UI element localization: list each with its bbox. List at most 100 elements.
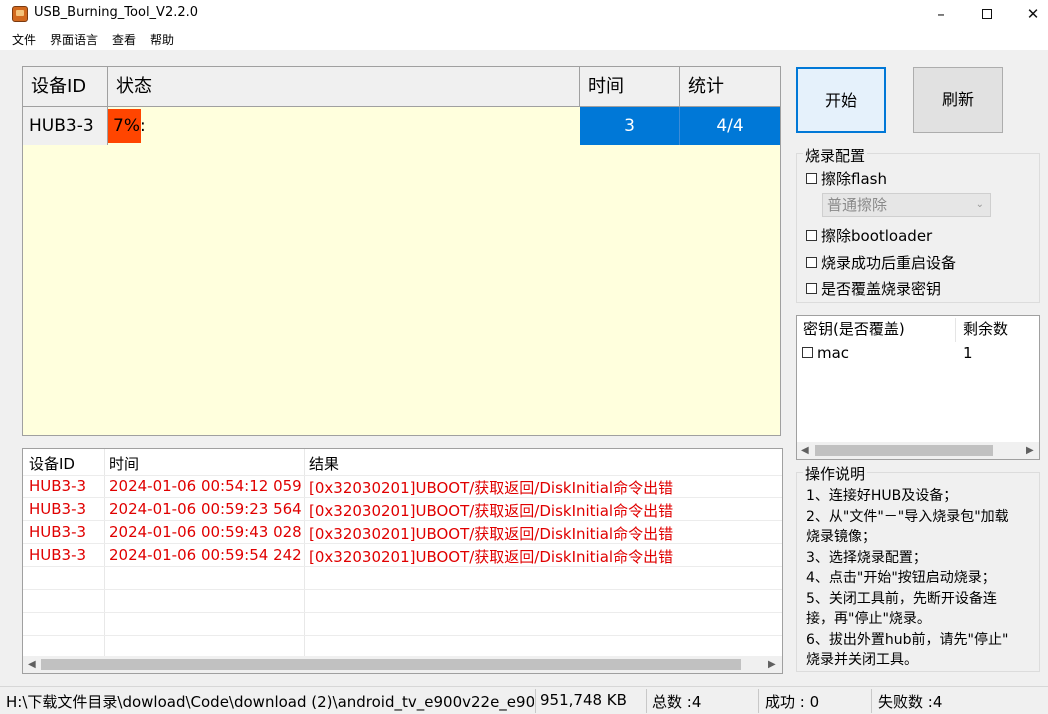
checkbox-icon	[806, 173, 817, 184]
log-column-device-id[interactable]: 设备ID	[29, 453, 75, 474]
key-list-scrollbar[interactable]: ◀ ▶	[797, 442, 1039, 459]
status-total: 总数 :4	[652, 693, 702, 711]
log-row-divider	[23, 612, 782, 613]
log-row-time: 2024-01-06 00:59:43 028	[109, 523, 302, 541]
column-status[interactable]: 状态	[108, 67, 580, 106]
erase-flash-checkbox[interactable]: 擦除flash	[806, 168, 887, 189]
status-divider	[646, 689, 647, 713]
log-table: 设备ID 时间 结果 HUB3-3 2024-01-06 00:54:12 05…	[22, 448, 783, 674]
key-remaining: 1	[963, 344, 973, 362]
device-time-cell: 3	[580, 107, 680, 145]
instructions-title: 操作说明	[803, 463, 868, 484]
scrollbar-thumb[interactable]	[815, 445, 993, 456]
scroll-left-icon[interactable]: ◀	[28, 656, 36, 673]
menu-language[interactable]: 界面语言	[50, 31, 98, 48]
status-divider	[871, 689, 872, 713]
close-button[interactable]: ✕	[1010, 0, 1048, 28]
log-row-id: HUB3-3	[29, 546, 87, 564]
log-row-result: [0x32030201]UBOOT/获取返回/DiskInitial命令出错	[309, 502, 674, 520]
app-icon	[12, 6, 28, 22]
log-row-result: [0x32030201]UBOOT/获取返回/DiskInitial命令出错	[309, 525, 674, 543]
scroll-right-icon[interactable]: ▶	[768, 656, 776, 673]
instruction-line: 2、从"文件"－"导入烧录包"加载	[806, 508, 1009, 525]
refresh-button[interactable]: 刷新	[913, 67, 1003, 133]
log-row-time: 2024-01-06 00:59:54 242	[109, 546, 302, 564]
erase-bootloader-label: 擦除bootloader	[821, 227, 933, 245]
menu-bar: 文件 界面语言 查看 帮助	[0, 28, 1048, 50]
key-list-column-key[interactable]: 密钥(是否覆盖)	[803, 318, 905, 339]
checkbox-icon	[806, 283, 817, 294]
column-stats[interactable]: 统计	[680, 67, 780, 106]
instruction-line: 1、连接好HUB及设备；	[806, 488, 958, 504]
erase-bootloader-checkbox[interactable]: 擦除bootloader	[806, 225, 932, 246]
device-grid: 设备ID 状态 时间 统计 HUB3-3 7%: 3 4/4	[22, 66, 781, 436]
scroll-right-icon[interactable]: ▶	[1026, 442, 1034, 459]
status-path: H:\下载文件目录\dowload\Code\download (2)\andr…	[6, 693, 534, 711]
checkbox-icon	[806, 230, 817, 241]
log-column-divider	[304, 449, 305, 656]
instruction-line: 烧录镜像；	[806, 529, 876, 545]
instruction-line: 6、拔出外置hub前，请先"停止"	[806, 631, 1009, 648]
log-row-divider	[23, 635, 782, 636]
title-bar: USB_Burning_Tool_V2.2.0 – ✕	[0, 0, 1048, 28]
status-bar: H:\下载文件目录\dowload\Code\download (2)\andr…	[0, 686, 1048, 714]
key-item-mac[interactable]: mac	[802, 344, 849, 362]
log-row-id: HUB3-3	[29, 523, 87, 541]
maximize-icon	[982, 9, 992, 19]
device-grid-header: 设备ID 状态 时间 统计	[23, 67, 780, 107]
key-name: mac	[817, 344, 850, 362]
log-column-result[interactable]: 结果	[309, 453, 339, 474]
column-time[interactable]: 时间	[580, 67, 680, 106]
reboot-after-checkbox[interactable]: 烧录成功后重启设备	[806, 252, 956, 273]
log-row-id: HUB3-3	[29, 500, 87, 518]
erase-mode-select[interactable]: 普通擦除 ⌄	[822, 193, 991, 217]
log-row-id: HUB3-3	[29, 477, 87, 495]
instruction-line: 4、点击"开始"按钮启动烧录；	[806, 570, 996, 586]
log-row-divider	[23, 589, 782, 590]
burn-config-title: 烧录配置	[803, 145, 868, 166]
instruction-line: 5、关闭工具前，先断开设备连	[806, 590, 997, 607]
log-scrollbar[interactable]: ◀ ▶	[23, 656, 782, 673]
erase-mode-value: 普通擦除	[827, 196, 888, 214]
log-row-divider	[23, 475, 782, 476]
menu-help[interactable]: 帮助	[150, 31, 174, 48]
device-row[interactable]: HUB3-3 7%: 3 4/4	[23, 107, 780, 145]
minimize-icon: –	[937, 5, 945, 23]
reboot-after-label: 烧录成功后重启设备	[821, 254, 957, 272]
status-fail: 失败数 :4	[878, 693, 943, 711]
menu-file[interactable]: 文件	[12, 31, 36, 48]
log-column-divider	[104, 449, 105, 656]
status-divider	[758, 689, 759, 713]
key-list-divider	[955, 318, 956, 342]
scroll-left-icon[interactable]: ◀	[801, 442, 809, 459]
window-title: USB_Burning_Tool_V2.2.0	[34, 5, 199, 20]
close-icon: ✕	[1026, 5, 1040, 23]
checkbox-icon	[802, 347, 813, 358]
erase-flash-label: 擦除flash	[821, 170, 887, 188]
log-row-time: 2024-01-06 00:59:23 564	[109, 500, 302, 518]
instruction-line: 接，再"停止"烧录。	[806, 611, 931, 627]
instructions-text: 1、连接好HUB及设备； 2、从"文件"－"导入烧录包"加载 烧录镜像； 3、选…	[806, 486, 1036, 671]
checkbox-icon	[806, 257, 817, 268]
instruction-line: 烧录并关闭工具。	[806, 652, 918, 668]
overwrite-key-label: 是否覆盖烧录密钥	[821, 280, 942, 298]
log-row-result: [0x32030201]UBOOT/获取返回/DiskInitial命令出错	[309, 548, 674, 566]
log-column-time[interactable]: 时间	[109, 453, 139, 474]
instruction-line: 3、选择烧录配置；	[806, 549, 927, 566]
key-list-column-remaining[interactable]: 剩余数	[963, 318, 1008, 339]
status-divider	[535, 689, 536, 713]
key-list: 密钥(是否覆盖) 剩余数 mac 1 ◀ ▶	[796, 315, 1040, 460]
status-success: 成功 : 0	[765, 693, 820, 711]
column-device-id[interactable]: 设备ID	[23, 67, 108, 106]
device-id-cell: HUB3-3	[23, 107, 108, 145]
device-status-cell: 7%:	[108, 107, 580, 145]
device-count-cell: 4/4	[680, 107, 780, 145]
overwrite-key-checkbox[interactable]: 是否覆盖烧录密钥	[806, 278, 941, 299]
scrollbar-thumb[interactable]	[41, 659, 741, 670]
start-button[interactable]: 开始	[796, 67, 886, 133]
minimize-button[interactable]: –	[918, 0, 964, 28]
log-row-time: 2024-01-06 00:54:12 059	[109, 477, 302, 495]
menu-view[interactable]: 查看	[112, 31, 136, 48]
maximize-button[interactable]	[964, 0, 1010, 28]
progress-text: 7%:	[113, 116, 146, 136]
